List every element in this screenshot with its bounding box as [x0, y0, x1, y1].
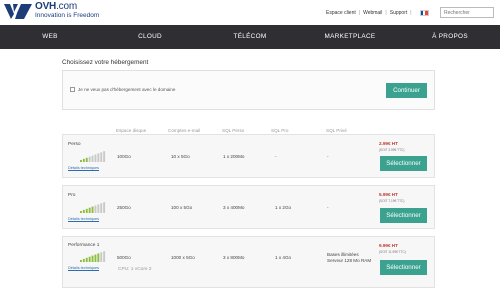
performance-bar [85, 257, 88, 262]
performance-bar [94, 254, 97, 262]
performance-bar [82, 258, 85, 262]
plan-disk: 250Go [117, 205, 131, 210]
plan-card-pro: Pro Détails techniques 250Go 100 x 5Go 3… [62, 185, 435, 229]
performance-bar [100, 152, 103, 162]
search-input[interactable] [440, 7, 494, 18]
column-header-sql-prive: SQL Privé [326, 128, 347, 133]
nav-item-web[interactable]: WEB [0, 25, 100, 49]
performance-bar [91, 255, 94, 262]
performance-bar [80, 160, 82, 162]
performance-bar [88, 156, 91, 162]
nav-item-a-propos[interactable]: À PROPOS [400, 25, 500, 49]
plan-disk: 100Go [117, 154, 131, 159]
ovh-logo-icon [4, 4, 32, 19]
select-plan-button[interactable]: Sélectionner [380, 208, 427, 223]
technical-details-link[interactable]: Détails techniques [68, 166, 99, 170]
performance-bar [85, 208, 88, 213]
technical-details-link[interactable]: Détails techniques [68, 266, 99, 270]
performance-bar [80, 211, 82, 213]
plan-price-ttc: (SOIT 11.99€ TTC) [379, 250, 406, 254]
performance-bar [88, 207, 91, 213]
performance-bar [103, 202, 106, 213]
column-header-sql-perso: SQL Perso [222, 128, 245, 133]
plan-email: 100 x 5Go [171, 205, 193, 210]
logo-suffix: .com [56, 1, 77, 13]
plan-price: 9.99€ HT [379, 243, 398, 248]
plan-email: 10 x 5Go [171, 154, 190, 159]
plan-sql-prive: Bases illimitées Serveur 128 Mo RAM [327, 252, 372, 263]
plan-name: Performance 1 [68, 243, 100, 248]
plan-cpu: CPU: 1 vCore 2 [118, 267, 152, 272]
performance-bar [94, 205, 97, 213]
continue-button[interactable]: Continuer [386, 83, 427, 98]
plan-price-ttc: (SOIT 7.19€ TTC) [379, 199, 405, 203]
page-title: Choisissez votre hébergement [62, 59, 149, 66]
plan-price-ttc: (SOIT 3.59€ TTC) [379, 148, 405, 152]
column-header-sql-pro: SQL Pro [271, 128, 289, 133]
plan-name: Pro [68, 193, 76, 198]
performance-bar [103, 151, 106, 162]
column-header-email: Comptes e-mail [168, 128, 201, 133]
link-separator: | [410, 10, 412, 16]
plan-sql-pro: 1 x 2Go [275, 205, 292, 210]
no-hosting-label: Je ne veux pas d'hébergement avec le dom… [78, 87, 176, 92]
plan-sql-perso: 3 x 800Mo [223, 255, 245, 260]
top-links: Espace client | Webmail | Support | [326, 10, 429, 16]
plan-sql-prive: - [327, 154, 329, 159]
performance-bar [91, 155, 94, 162]
performance-bar [91, 206, 94, 213]
french-flag-icon[interactable] [419, 10, 429, 16]
link-webmail[interactable]: Webmail [363, 10, 382, 16]
performance-bar [97, 253, 100, 262]
ovh-logo[interactable]: OVH.com Innovation is Freedom [3, 2, 99, 20]
link-separator: | [385, 10, 387, 16]
plan-disk: 500Go [117, 255, 131, 260]
logo-tagline: Innovation is Freedom [35, 12, 100, 20]
performance-level-icon [80, 151, 106, 162]
performance-bar [97, 153, 100, 162]
performance-bar [100, 203, 103, 213]
performance-bar [80, 260, 82, 262]
performance-bar [85, 157, 88, 162]
technical-details-link[interactable]: Détails techniques [68, 217, 99, 221]
performance-bar [82, 209, 85, 213]
select-plan-button[interactable]: Sélectionner [380, 156, 427, 171]
plan-price: 2.99€ HT [379, 141, 398, 146]
plan-sql-pro: - [275, 154, 277, 159]
performance-level-icon [80, 202, 106, 213]
select-plan-button[interactable]: Sélectionner [380, 260, 427, 275]
no-hosting-panel: Je ne veux pas d'hébergement avec le dom… [62, 70, 435, 110]
performance-bar [82, 158, 85, 162]
plan-card-perso: Perso Détails techniques 100Go 10 x 5Go … [62, 134, 435, 178]
top-bar: OVH.com Innovation is Freedom Espace cli… [0, 0, 500, 24]
plan-sql-prive: - [327, 205, 329, 210]
plan-name: Perso [68, 142, 81, 147]
performance-bar [88, 256, 91, 262]
plan-sql-pro: 1 x 4Go [275, 255, 292, 260]
nav-item-cloud[interactable]: CLOUD [100, 25, 200, 49]
no-hosting-checkbox[interactable] [70, 87, 75, 92]
performance-bar [94, 154, 97, 162]
plan-price: 5.99€ HT [379, 192, 398, 197]
performance-bar [100, 252, 103, 262]
nav-item-telecom[interactable]: TÉLÉCOM [200, 25, 300, 49]
link-support[interactable]: Support [390, 10, 408, 16]
performance-bar [103, 251, 106, 262]
plan-card-performance-1: Performance 1 Détails techniques 500Go 1… [62, 236, 435, 288]
logo-name: OVH [35, 1, 57, 13]
no-hosting-option[interactable]: Je ne veux pas d'hébergement avec le dom… [70, 87, 175, 92]
performance-level-icon [80, 251, 106, 262]
main-nav: WEB CLOUD TÉLÉCOM MARKETPLACE À PROPOS [0, 25, 500, 49]
plan-sql-perso: 3 x 400Mo [223, 205, 245, 210]
column-header-disk: Espace disque [116, 128, 147, 133]
nav-item-marketplace[interactable]: MARKETPLACE [300, 25, 400, 49]
link-espace-client[interactable]: Espace client [326, 10, 356, 16]
plan-sql-perso: 1 x 200Mo [223, 154, 245, 159]
plan-email: 1000 x 5Go [171, 255, 195, 260]
performance-bar [97, 204, 100, 213]
link-separator: | [358, 10, 361, 16]
